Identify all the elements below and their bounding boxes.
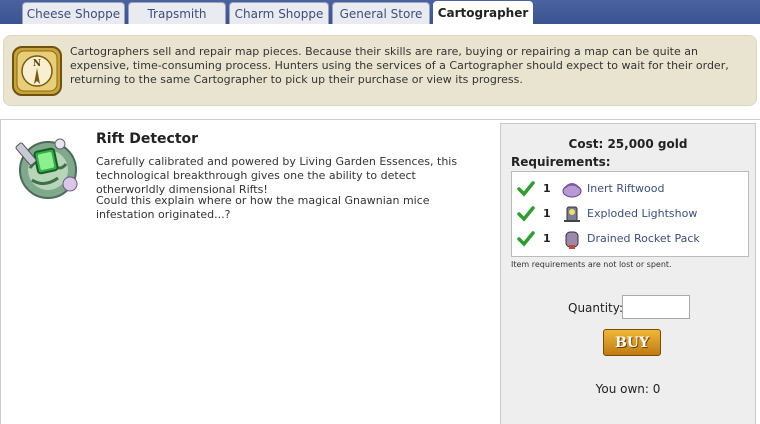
requirements-list: 1 Inert Riftwood 1 Exploded Lightshow 1 xyxy=(511,171,749,257)
requirement-row: 1 Inert Riftwood xyxy=(512,176,748,201)
tab-cartographer[interactable]: Cartographer xyxy=(433,1,533,24)
requirement-link[interactable]: Inert Riftwood xyxy=(587,182,664,195)
requirements-note: Item requirements are not lost or spent. xyxy=(511,260,672,269)
compass-icon: N xyxy=(12,46,62,96)
tab-charm-shoppe[interactable]: Charm Shoppe xyxy=(229,2,329,24)
riftwood-icon xyxy=(562,182,582,197)
quantity-input[interactable] xyxy=(622,295,690,319)
lightshow-icon xyxy=(564,206,580,222)
checkmark-icon xyxy=(517,230,535,247)
requirement-row: 1 Drained Rocket Pack xyxy=(512,226,748,251)
tab-bar: Cheese Shoppe Trapsmith Charm Shoppe Gen… xyxy=(0,0,760,24)
tab-cheese-shoppe[interactable]: Cheese Shoppe xyxy=(22,2,125,24)
tab-trapsmith[interactable]: Trapsmith xyxy=(128,2,226,24)
requirement-link[interactable]: Exploded Lightshow xyxy=(587,207,697,220)
quantity-label: Quantity: xyxy=(568,301,624,315)
divider xyxy=(0,119,760,120)
rocket-pack-icon xyxy=(565,231,579,249)
item-description: Carefully calibrated and powered by Livi… xyxy=(96,155,458,196)
requirement-link[interactable]: Drained Rocket Pack xyxy=(587,232,700,245)
checkmark-icon xyxy=(517,205,535,222)
item-name: Rift Detector xyxy=(96,131,199,147)
item-cost: Cost: 25,000 gold xyxy=(568,137,688,151)
purchase-panel: Cost: 25,000 gold Requirements: 1 Inert … xyxy=(500,123,756,424)
rift-detector-icon xyxy=(8,128,86,206)
requirements-title: Requirements: xyxy=(511,155,611,169)
shop-description: Cartographers sell and repair map pieces… xyxy=(70,45,729,86)
tab-general-store[interactable]: General Store xyxy=(332,2,430,24)
svg-text:N: N xyxy=(33,59,41,69)
requirement-qty: 1 xyxy=(543,232,551,245)
shop-info-box: N Cartographers sell and repair map piec… xyxy=(3,35,757,106)
requirement-qty: 1 xyxy=(543,182,551,195)
item-description-secondary: Could this explain where or how the magi… xyxy=(96,194,430,221)
divider xyxy=(0,120,1,424)
buy-button[interactable]: BUY xyxy=(603,329,661,356)
requirement-qty: 1 xyxy=(543,207,551,220)
requirement-row: 1 Exploded Lightshow xyxy=(512,201,748,226)
checkmark-icon xyxy=(517,180,535,197)
owned-count: You own: 0 xyxy=(595,382,661,396)
